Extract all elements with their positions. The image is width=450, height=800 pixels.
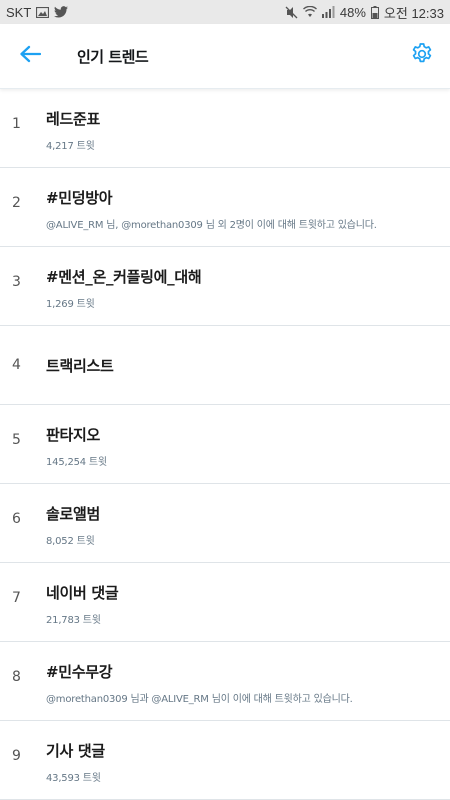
trend-item[interactable]: 8 #민수무강 @morethan0309 님과 @ALIVE_RM 님이 이에… (0, 642, 450, 721)
trend-name: 기사 댓글 (46, 742, 105, 760)
twitter-icon (54, 6, 69, 18)
carrier-label: SKT (6, 4, 32, 20)
trend-rank: 1 (12, 116, 21, 132)
back-button[interactable] (0, 24, 60, 88)
trend-rank: 7 (12, 590, 21, 606)
back-arrow-icon (19, 45, 42, 67)
trend-name: #민수무강 (46, 663, 113, 681)
trend-meta: 1,269 트윗 (46, 299, 95, 310)
trend-item[interactable]: 4 트랙리스트 (0, 326, 450, 405)
signal-icon (321, 6, 335, 18)
app-header: 인기 트렌드 (0, 24, 450, 89)
trend-rank: 5 (12, 432, 21, 448)
trend-item[interactable]: 3 #멘션_온_커플링에_대해 1,269 트윗 (0, 247, 450, 326)
trend-meta: 145,254 트윗 (46, 457, 107, 468)
clock: 오전 12:33 (383, 5, 444, 21)
trend-item[interactable]: 1 레드준표 4,217 트윗 (0, 89, 450, 168)
trend-item[interactable]: 2 #민덩방아 @ALIVE_RM 님, @morethan0309 님 외 2… (0, 168, 450, 247)
trend-name: #멘션_온_커플링에_대해 (46, 268, 202, 286)
page-title: 인기 트렌드 (77, 47, 149, 66)
trend-rank: 9 (12, 748, 21, 764)
trend-meta: 43,593 트윗 (46, 773, 101, 784)
trend-rank: 8 (12, 669, 21, 685)
status-bar: SKT 48% 오전 12:33 (0, 0, 450, 24)
trend-name: 네이버 댓글 (46, 584, 119, 602)
trend-list: 1 레드준표 4,217 트윗 2 #민덩방아 @ALIVE_RM 님, @mo… (0, 89, 450, 800)
wifi-icon (302, 6, 317, 18)
trend-item[interactable]: 7 네이버 댓글 21,783 트윗 (0, 563, 450, 642)
trend-rank: 4 (12, 357, 21, 373)
trend-name: #민덩방아 (46, 189, 113, 207)
trend-name: 솔로앨범 (46, 505, 101, 523)
trend-meta: @ALIVE_RM 님, @morethan0309 님 외 2명이 이에 대해… (46, 220, 377, 231)
settings-button[interactable] (404, 38, 440, 74)
trend-rank: 2 (12, 195, 21, 211)
mute-icon (285, 6, 298, 19)
battery-percent: 48% (339, 4, 366, 20)
trend-meta: 8,052 트윗 (46, 536, 95, 547)
trend-rank: 6 (12, 511, 21, 527)
trend-name: 판타지오 (46, 426, 101, 444)
trend-item[interactable]: 5 판타지오 145,254 트윗 (0, 405, 450, 484)
trend-meta: 21,783 트윗 (46, 615, 101, 626)
trend-item[interactable]: 6 솔로앨범 8,052 트윗 (0, 484, 450, 563)
trend-meta: 4,217 트윗 (46, 141, 95, 152)
trend-meta: @morethan0309 님과 @ALIVE_RM 님이 이에 대해 트윗하고… (46, 694, 353, 705)
gear-icon (410, 42, 434, 70)
trend-name: 트랙리스트 (46, 357, 114, 375)
trend-rank: 3 (12, 274, 21, 290)
trend-item[interactable]: 9 기사 댓글 43,593 트윗 (0, 721, 450, 800)
trend-name: 레드준표 (46, 110, 101, 128)
battery-icon (370, 5, 379, 19)
image-icon (36, 6, 50, 18)
